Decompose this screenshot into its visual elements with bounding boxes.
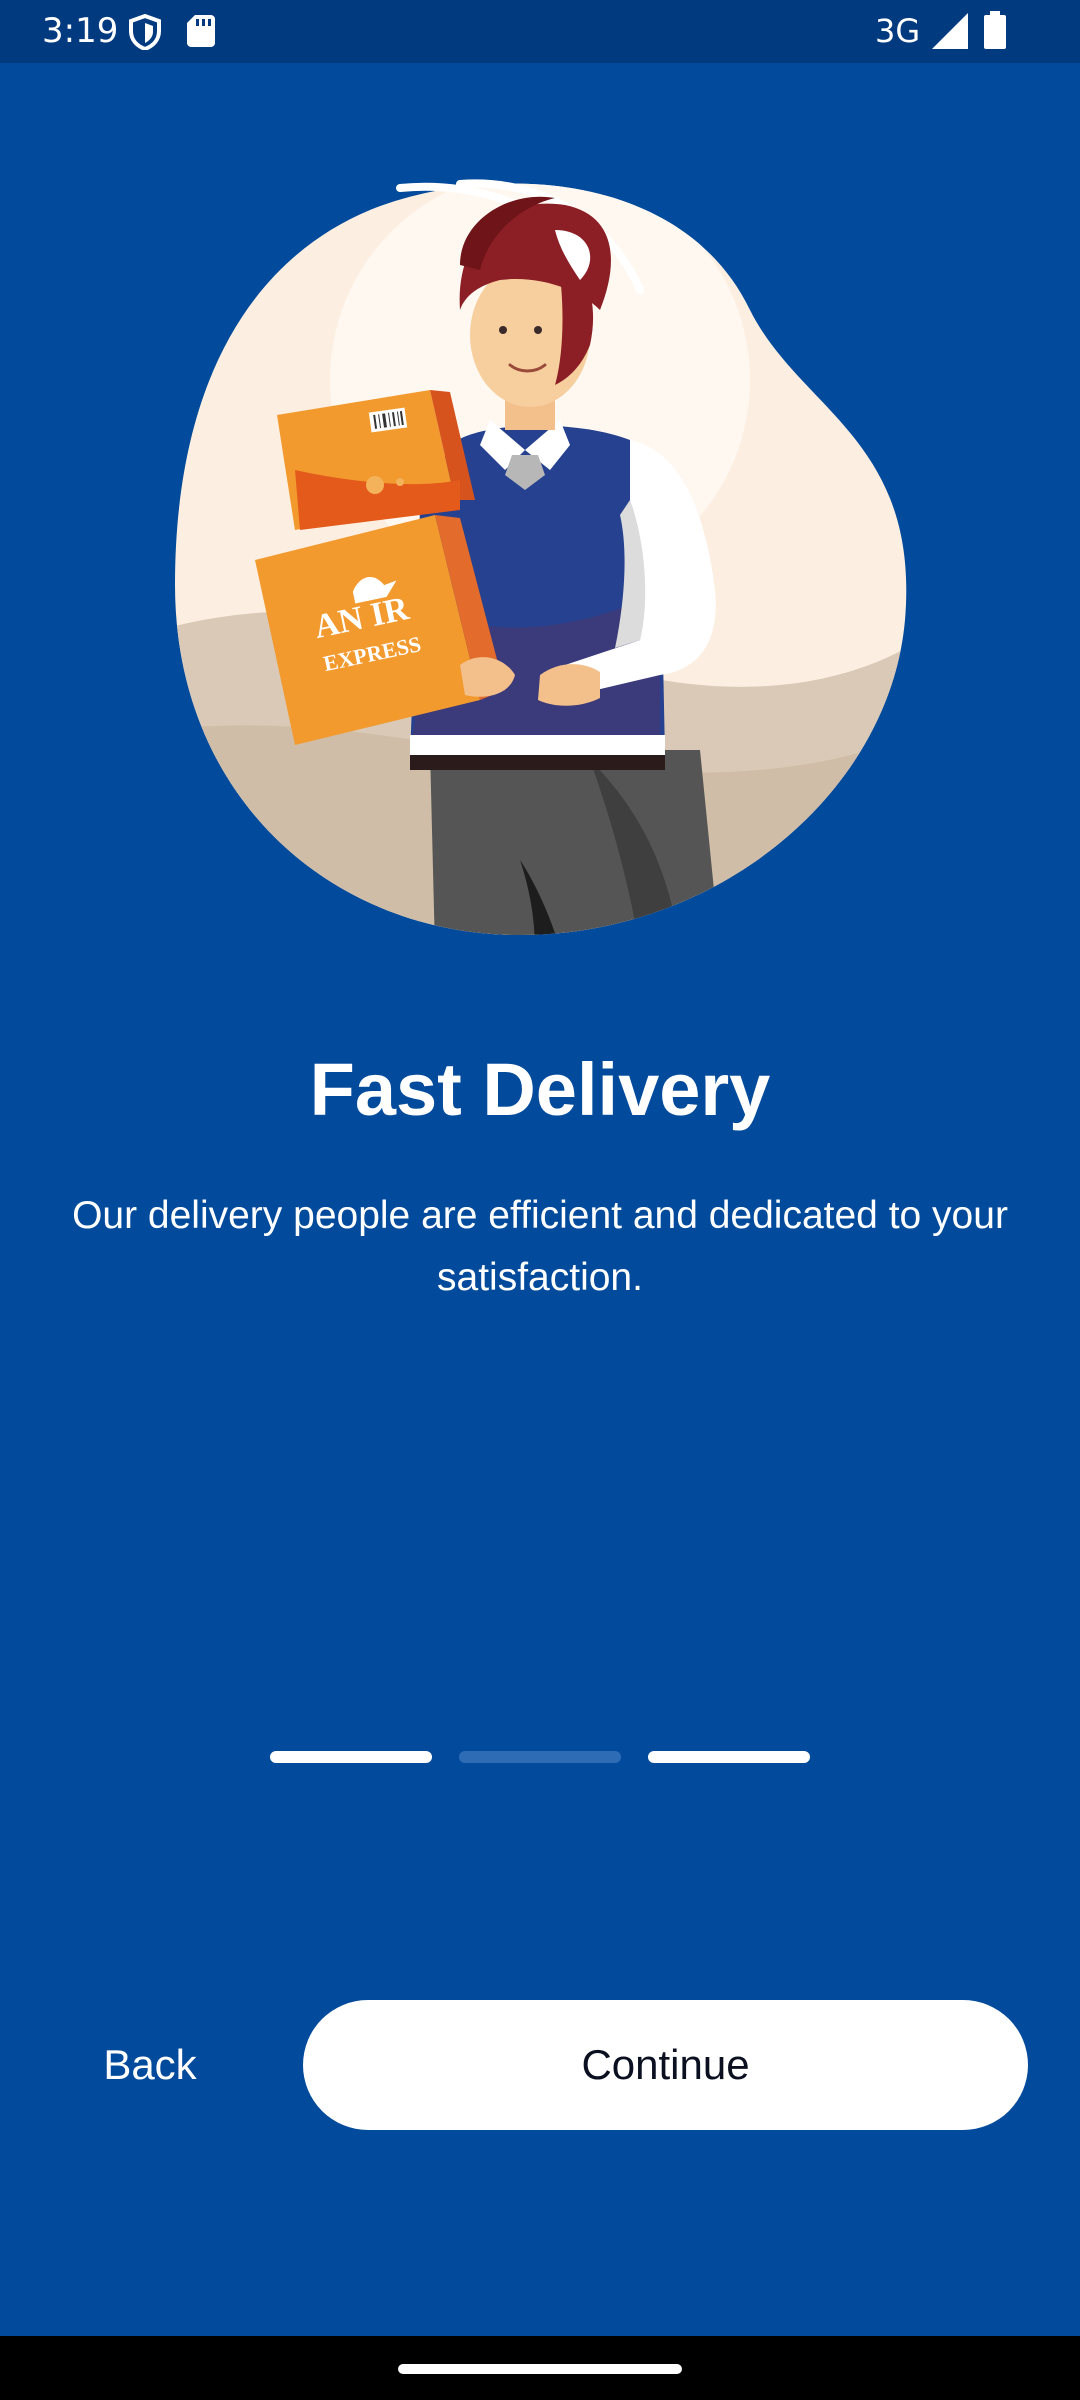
page-description: Our delivery people are efficient and de… bbox=[72, 1194, 1008, 1299]
sd-card-icon bbox=[187, 15, 215, 47]
shield-icon bbox=[129, 14, 161, 50]
continue-button[interactable]: Continue bbox=[303, 2000, 1028, 2130]
battery-icon bbox=[984, 11, 1006, 49]
page-indicator-dot-1 bbox=[270, 1751, 432, 1763]
status-bar: 3:19 3G bbox=[0, 0, 1080, 63]
network-type-label: 3G bbox=[875, 12, 921, 50]
page-title: Fast Delivery bbox=[309, 1048, 771, 1131]
signal-icon bbox=[932, 13, 968, 49]
home-indicator[interactable] bbox=[398, 2364, 682, 2374]
page-indicator bbox=[270, 1751, 810, 1765]
page-indicator-dot-3 bbox=[648, 1751, 810, 1763]
delivery-person-illustration: AN IR EXPRESS bbox=[175, 179, 907, 935]
back-button[interactable]: Back bbox=[40, 2000, 260, 2130]
page-indicator-dot-2 bbox=[459, 1751, 621, 1763]
status-time: 3:19 bbox=[42, 11, 119, 51]
